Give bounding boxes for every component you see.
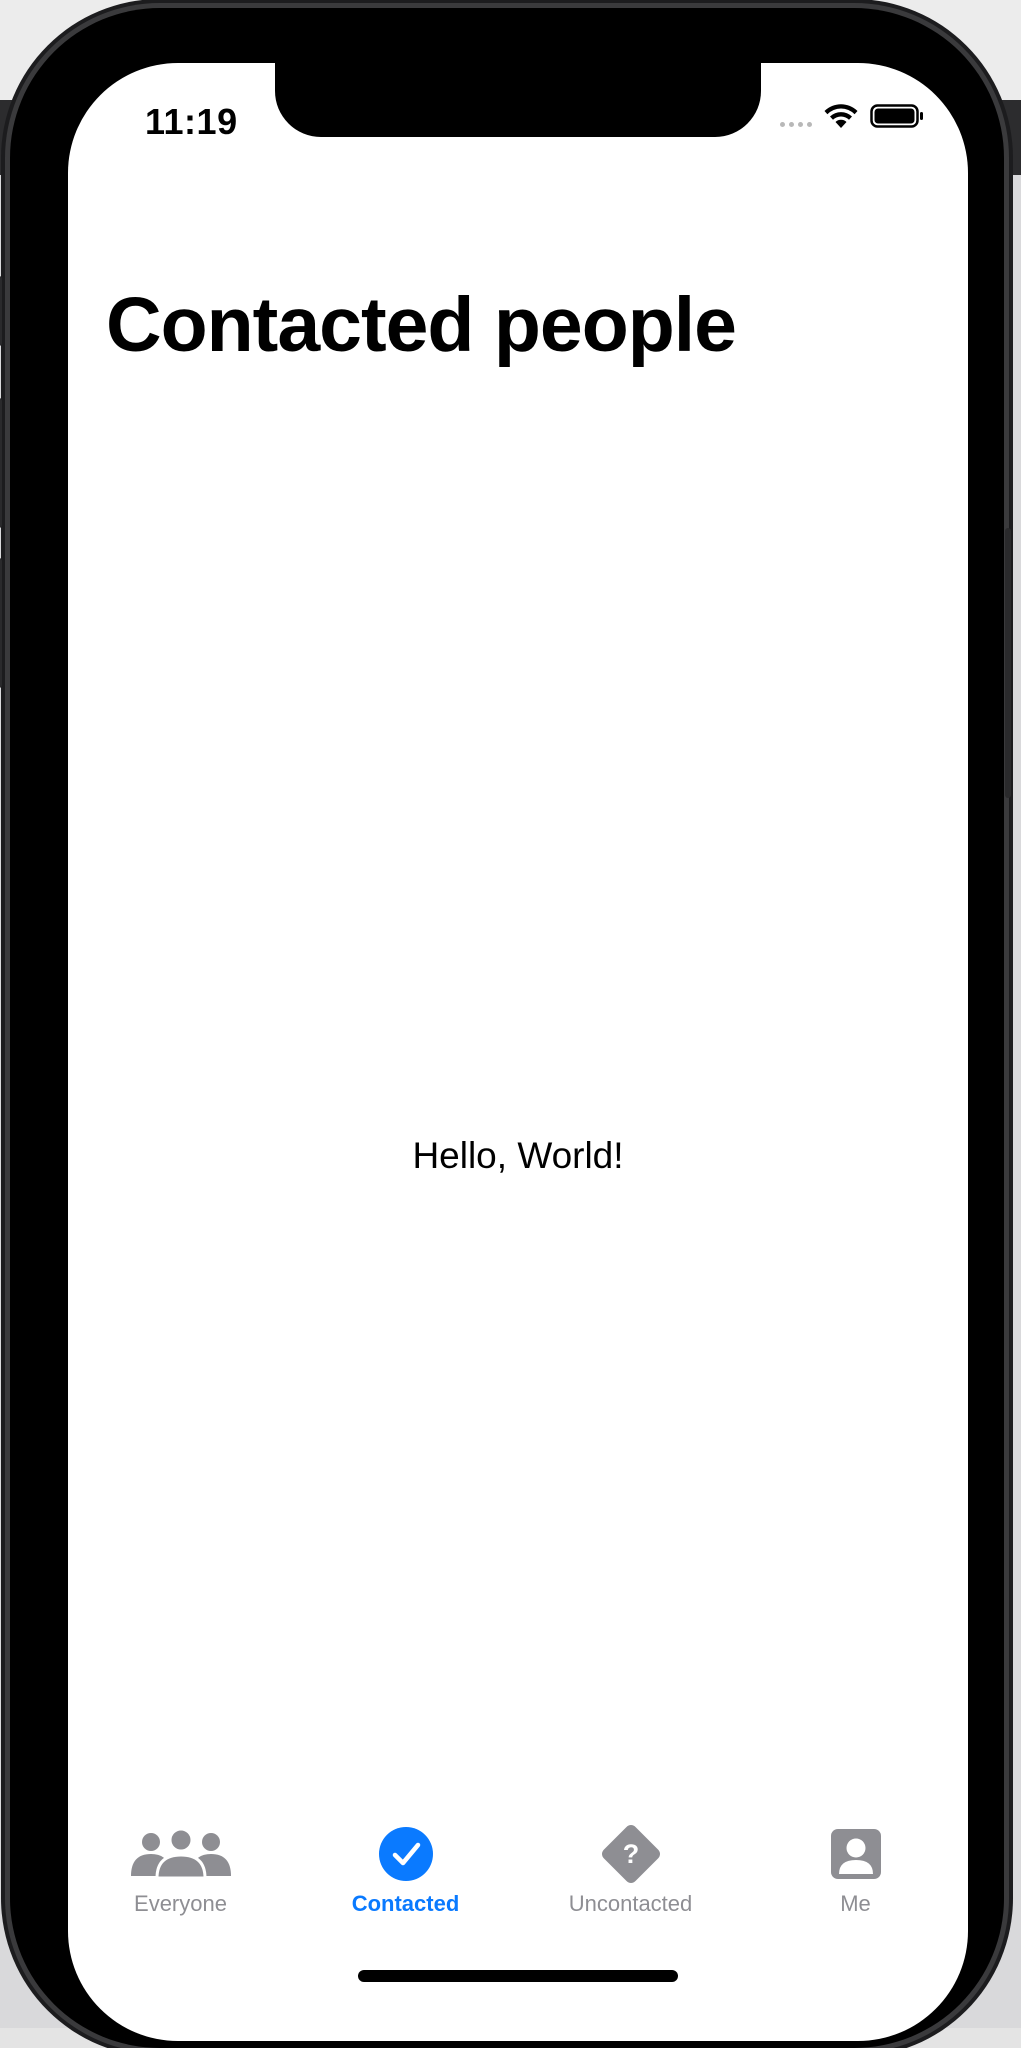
home-indicator[interactable] [358, 1970, 678, 1982]
tab-everyone[interactable]: Everyone [68, 1823, 293, 1963]
tab-me-label: Me [840, 1891, 871, 1916]
battery-icon [870, 104, 923, 128]
power-button [1005, 528, 1011, 798]
tab-me[interactable]: Me [743, 1823, 968, 1963]
tab-contacted-label: Contacted [351, 1891, 460, 1916]
person-crop-square-icon [830, 1823, 882, 1885]
status-indicators [780, 103, 924, 129]
action-button [0, 276, 2, 346]
volume-up-button [0, 398, 2, 528]
cellular-signal-icon [780, 105, 812, 127]
volume-down-button [0, 558, 2, 688]
tab-uncontacted-label: Uncontacted [568, 1891, 693, 1916]
tab-everyone-label: Everyone [134, 1891, 227, 1916]
tab-bar: Everyone Contacted ? Uncontacted Me [68, 1823, 968, 1963]
simulator-device-frame: 11:19 Contacted people Hello, World! Eve… [0, 8, 1011, 2048]
questionmark-diamond-icon: ? [600, 1823, 662, 1885]
status-time: 11:19 [145, 101, 238, 142]
person-3-icon [129, 1823, 233, 1885]
tab-uncontacted[interactable]: ? Uncontacted [518, 1823, 743, 1963]
app-screen: 11:19 Contacted people Hello, World! Eve… [68, 63, 968, 2041]
tab-contacted[interactable]: Contacted [293, 1823, 518, 1963]
checkmark-circle-icon [378, 1823, 434, 1885]
wifi-icon [824, 104, 858, 128]
content-text: Hello, World! [412, 1135, 624, 1176]
svg-text:?: ? [622, 1839, 639, 1869]
page-title: Contacted people [106, 282, 737, 368]
notch [275, 63, 761, 137]
